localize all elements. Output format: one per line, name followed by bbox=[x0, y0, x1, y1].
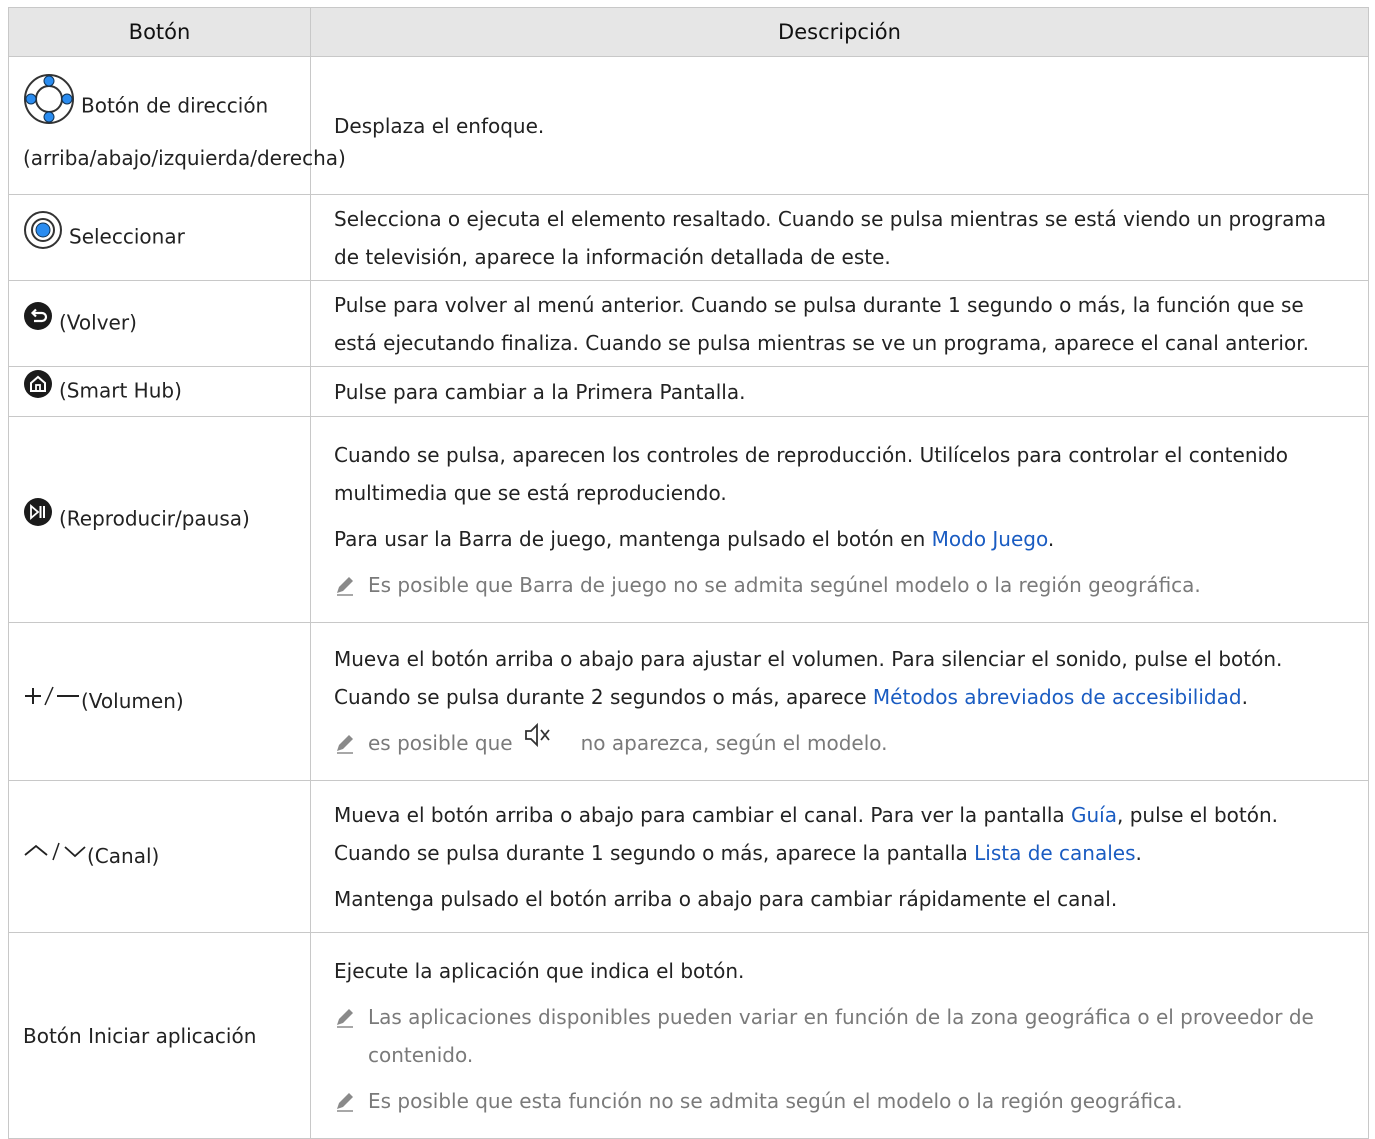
button-cell: (Volumen) bbox=[8, 622, 311, 781]
description-cell: Ejecute la aplicación que indica el botó… bbox=[310, 932, 1369, 1139]
table-header-row: Botón Descripción bbox=[8, 7, 1369, 57]
description-cell: Mueva el botón arriba o abajo para ajust… bbox=[310, 622, 1369, 781]
description-text: Desplaza el enfoque. bbox=[334, 113, 545, 138]
description-text: Para usar la Barra de juego, mantenga pu… bbox=[334, 520, 1352, 558]
note: Las aplicaciones disponibles pueden vari… bbox=[334, 998, 1352, 1074]
note-text: es posible que no aparezca, según el mode… bbox=[368, 722, 888, 764]
play-pause-icon bbox=[23, 497, 53, 539]
header-description: Descripción bbox=[310, 7, 1369, 57]
table-row: (Smart Hub) Pulse para cambiar a la Prim… bbox=[8, 366, 1369, 417]
description-text: Mantenga pulsado el botón arriba o abajo… bbox=[334, 886, 1118, 911]
description-cell: Mueva el botón arriba o abajo para cambi… bbox=[310, 780, 1369, 933]
description-text: Pulse para cambiar a la Primera Pantalla… bbox=[334, 379, 746, 404]
table-row: Botón de dirección (arriba/abajo/izquier… bbox=[8, 56, 1369, 195]
button-cell: Botón de dirección (arriba/abajo/izquier… bbox=[8, 56, 346, 195]
button-cell: Seleccionar bbox=[8, 194, 311, 281]
pencil-icon bbox=[334, 724, 368, 762]
channel-list-link[interactable]: Lista de canales bbox=[974, 841, 1135, 865]
remote-buttons-table: Botón Descripción Botón de dirección (ar… bbox=[8, 7, 1369, 1139]
button-label: Botón Iniciar aplicación bbox=[23, 1023, 257, 1048]
description-text: Selecciona o ejecuta el elemento resalta… bbox=[334, 206, 1327, 269]
button-cell: (Smart Hub) bbox=[8, 366, 311, 417]
pencil-icon bbox=[334, 1082, 368, 1120]
plus-minus-icon bbox=[23, 681, 81, 719]
button-label: Seleccionar bbox=[69, 224, 185, 248]
home-icon bbox=[23, 369, 53, 411]
back-icon bbox=[23, 301, 53, 343]
description-text: Cuando se pulsa, aparecen los controles … bbox=[334, 442, 1288, 505]
note-text: Las aplicaciones disponibles pueden vari… bbox=[368, 1004, 1314, 1067]
pencil-icon bbox=[334, 998, 368, 1036]
note: Es posible que Barra de juego no se admi… bbox=[334, 566, 1352, 604]
table-row: Seleccionar Selecciona o ejecuta el elem… bbox=[8, 194, 1369, 281]
description-cell: Pulse para cambiar a la Primera Pantalla… bbox=[310, 366, 1369, 417]
note-text: Es posible que Barra de juego no se admi… bbox=[368, 572, 1201, 597]
button-cell: (Volver) bbox=[8, 280, 311, 367]
note: es posible que no aparezca, según el mode… bbox=[334, 722, 1352, 764]
note: Es posible que esta función no se admita… bbox=[334, 1082, 1352, 1120]
description-text: Ejecute la aplicación que indica el botó… bbox=[334, 958, 745, 983]
guia-link[interactable]: Guía bbox=[1071, 803, 1117, 827]
description-text-part: . bbox=[1047, 526, 1055, 551]
description-cell: Desplaza el enfoque. bbox=[310, 56, 1369, 195]
button-label: (Canal) bbox=[87, 843, 160, 868]
description-text: Mueva el botón arriba o abajo para ajust… bbox=[334, 640, 1352, 716]
button-label: (Reproducir/pausa) bbox=[59, 506, 250, 530]
description-cell: Cuando se pulsa, aparecen los controles … bbox=[310, 416, 1369, 623]
description-cell: Pulse para volver al menú anterior. Cuan… bbox=[310, 280, 1369, 367]
header-button: Botón bbox=[8, 7, 311, 57]
table-row: (Canal) Mueva el botón arriba o abajo pa… bbox=[8, 780, 1369, 933]
note-text-part: es posible que bbox=[368, 730, 513, 755]
pencil-icon bbox=[334, 566, 368, 604]
note-text-part: no aparezca, según el modelo. bbox=[580, 730, 888, 755]
button-cell: Botón Iniciar aplicación bbox=[8, 932, 311, 1139]
table-row: (Volumen) Mueva el botón arriba o abajo … bbox=[8, 622, 1369, 781]
table-row: (Volver) Pulse para volver al menú anter… bbox=[8, 280, 1369, 367]
description-text-part: Para usar la Barra de juego, mantenga pu… bbox=[334, 526, 932, 551]
button-label: (Volver) bbox=[59, 310, 137, 334]
description-text: Pulse para volver al menú anterior. Cuan… bbox=[334, 292, 1309, 355]
description-text: Mueva el botón arriba o abajo para cambi… bbox=[334, 796, 1352, 872]
channel-arrows-icon bbox=[23, 836, 87, 874]
dpad-icon bbox=[23, 73, 75, 137]
button-label: (Smart Hub) bbox=[59, 378, 182, 402]
table-row: (Reproducir/pausa) Cuando se pulsa, apar… bbox=[8, 416, 1369, 623]
description-text-part: . bbox=[1241, 684, 1248, 709]
table-row: Botón Iniciar aplicación Ejecute la apli… bbox=[8, 932, 1369, 1139]
button-cell: (Canal) bbox=[8, 780, 311, 933]
modo-juego-link[interactable]: Modo Juego bbox=[932, 527, 1048, 551]
button-cell: (Reproducir/pausa) bbox=[8, 416, 311, 623]
description-cell: Selecciona o ejecuta el elemento resalta… bbox=[310, 194, 1369, 281]
note-text: Es posible que esta función no se admita… bbox=[368, 1088, 1183, 1113]
button-label: (Volumen) bbox=[81, 688, 184, 713]
mute-icon bbox=[523, 722, 551, 760]
select-icon bbox=[23, 210, 63, 262]
accessibility-shortcuts-link[interactable]: Métodos abreviados de accesibilidad bbox=[873, 685, 1242, 709]
description-text-part: . bbox=[1135, 840, 1142, 865]
description-text-part: Mueva el botón arriba o abajo para cambi… bbox=[334, 802, 1071, 827]
